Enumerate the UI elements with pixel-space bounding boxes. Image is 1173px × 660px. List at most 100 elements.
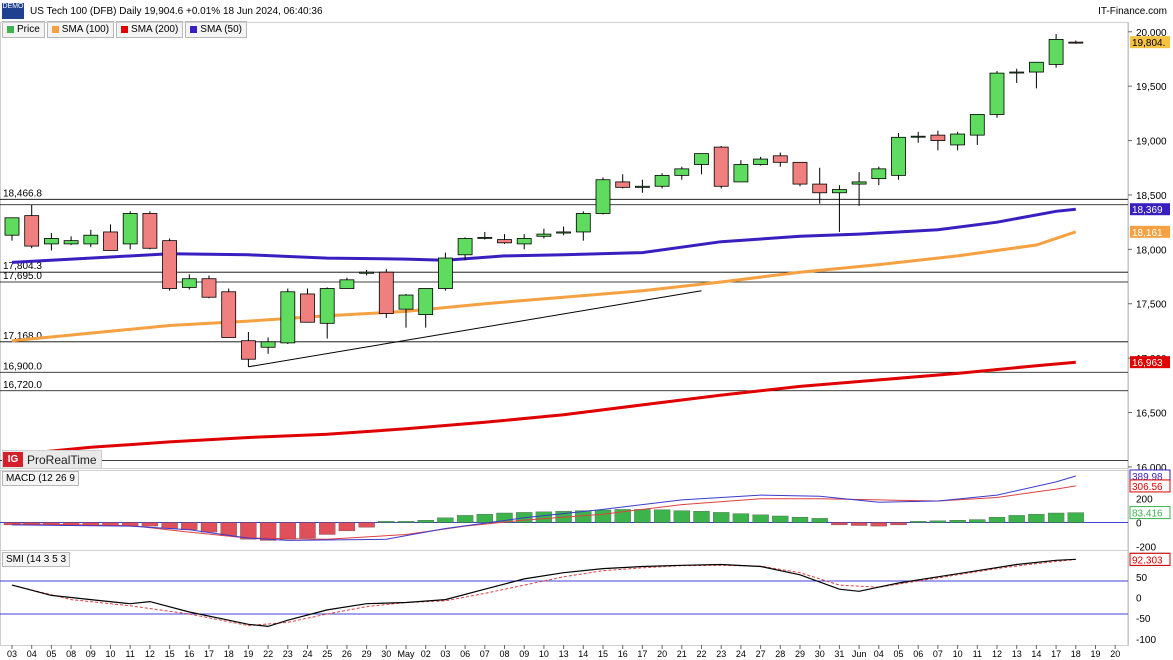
- x-tick-label: 12: [145, 649, 155, 659]
- candle-body: [240, 340, 256, 360]
- macd-histogram-bar: [417, 519, 434, 523]
- x-tick-label: 08: [66, 649, 76, 659]
- x-tick-label: 24: [736, 649, 746, 659]
- x-tick-label: 09: [519, 649, 529, 659]
- chart-canvas[interactable]: 20,00019,50019,00018,50018,00017,50017,0…: [0, 0, 1173, 660]
- panel-frame: [0, 470, 1129, 551]
- x-tick-label: 07: [933, 649, 943, 659]
- macd-histogram-bar: [200, 522, 218, 533]
- level-label: 17,695.0: [3, 271, 42, 282]
- macd-y-tick-label: 0: [1136, 519, 1142, 530]
- macd-histogram-bar: [476, 514, 493, 523]
- candle-body: [1048, 39, 1064, 65]
- x-tick-label: 17: [637, 649, 647, 659]
- candle-body: [181, 278, 197, 288]
- macd-histogram-bar: [949, 519, 966, 523]
- macd-histogram-bar: [378, 521, 395, 523]
- value-label: 16,963: [1132, 358, 1163, 369]
- x-tick-label: 19: [1090, 649, 1100, 659]
- candle-body: [969, 114, 985, 136]
- x-tick-label: Jun: [852, 649, 867, 659]
- macd-histogram-bar: [910, 521, 927, 523]
- macd-histogram-bar: [713, 512, 730, 523]
- macd-y-tick-label: 200: [1136, 495, 1153, 506]
- x-tick-label: 29: [795, 649, 805, 659]
- x-tick-label: 06: [913, 649, 923, 659]
- x-tick-label: 07: [480, 649, 490, 659]
- x-tick-label: 21: [677, 649, 687, 659]
- level-label: 16,720.0: [3, 380, 42, 391]
- x-tick-label: 05: [46, 649, 56, 659]
- macd-histogram-bar: [673, 510, 690, 523]
- x-tick-label: 03: [7, 649, 17, 659]
- candle-body: [83, 234, 99, 245]
- x-tick-label: 02: [421, 649, 431, 659]
- macd-histogram-bar: [969, 519, 986, 523]
- x-tick-label: 26: [342, 649, 352, 659]
- candle-body: [871, 168, 887, 180]
- macd-histogram-bar: [1047, 512, 1065, 523]
- candle-body: [418, 288, 434, 316]
- value-label: 19,804.: [1132, 38, 1165, 49]
- candle-body: [635, 185, 650, 188]
- candle-body: [280, 291, 296, 344]
- candle-body: [4, 217, 20, 236]
- value-label: 92.303: [1132, 555, 1163, 566]
- candle-body: [378, 271, 394, 314]
- level-label: 16,900.0: [3, 361, 42, 372]
- x-tick-label: 15: [165, 649, 175, 659]
- x-tick-label: 14: [1031, 649, 1041, 659]
- candle-body: [162, 240, 178, 289]
- candle-body: [398, 294, 414, 310]
- x-tick-label: 12: [992, 649, 1002, 659]
- value-label: 18,369: [1132, 205, 1163, 216]
- candle-body: [142, 213, 158, 249]
- candle-body: [221, 291, 237, 338]
- y-tick-label: 18,000: [1136, 245, 1167, 256]
- x-tick-label: 09: [86, 649, 96, 659]
- smi-y-tick-label: -50: [1136, 614, 1151, 625]
- x-tick-label: 14: [578, 649, 588, 659]
- ig-logo: IG: [3, 452, 23, 467]
- macd-histogram-bar: [535, 511, 553, 523]
- smi-line: [11, 558, 1076, 628]
- prorealtime-label: ProRealTime: [27, 452, 97, 467]
- y-tick-label: 16,500: [1136, 409, 1167, 420]
- macd-histogram-bar: [850, 522, 868, 526]
- macd-histogram-bar: [791, 517, 809, 523]
- candle-body: [201, 278, 217, 298]
- macd-histogram-bar: [929, 520, 947, 523]
- candle-body: [497, 239, 512, 244]
- x-tick-label: 17: [1051, 649, 1061, 659]
- x-tick-label: 04: [874, 649, 884, 659]
- macd-histogram-bar: [811, 518, 828, 523]
- x-tick-label: 16: [618, 649, 628, 659]
- x-tick-label: 06: [460, 649, 470, 659]
- x-tick-label: 18: [224, 649, 234, 659]
- x-tick-label: 29: [362, 649, 372, 659]
- candle-body: [989, 72, 1005, 115]
- panel-frame: [0, 550, 1129, 646]
- candle-body: [753, 158, 768, 165]
- x-tick-label: 28: [775, 649, 785, 659]
- smi-y-tick-label: -100: [1136, 635, 1156, 646]
- sma200-line: [11, 360, 1076, 457]
- level-label: 18,466.8: [3, 188, 42, 199]
- x-tick-label: 23: [716, 649, 726, 659]
- candle-body: [359, 271, 375, 274]
- y-tick-label: 18,500: [1136, 191, 1167, 202]
- macd-histogram-bar: [456, 515, 474, 523]
- x-tick-label: 03: [440, 649, 450, 659]
- smi-label[interactable]: SMI (14 3 5 3: [2, 552, 71, 567]
- x-tick-label: 05: [893, 649, 903, 659]
- candle-body: [733, 164, 749, 183]
- smi-y-tick-label: 0: [1136, 594, 1142, 605]
- macd-histogram-bar: [338, 522, 356, 532]
- candle-body: [122, 213, 138, 245]
- macd-histogram-bar: [988, 517, 1006, 523]
- prorealtime-watermark: IG ProRealTime: [2, 450, 102, 469]
- x-tick-label: 08: [499, 649, 509, 659]
- macd-histogram-bar: [653, 509, 671, 523]
- candle-body: [24, 215, 40, 247]
- macd-label[interactable]: MACD (12 26 9: [2, 471, 79, 486]
